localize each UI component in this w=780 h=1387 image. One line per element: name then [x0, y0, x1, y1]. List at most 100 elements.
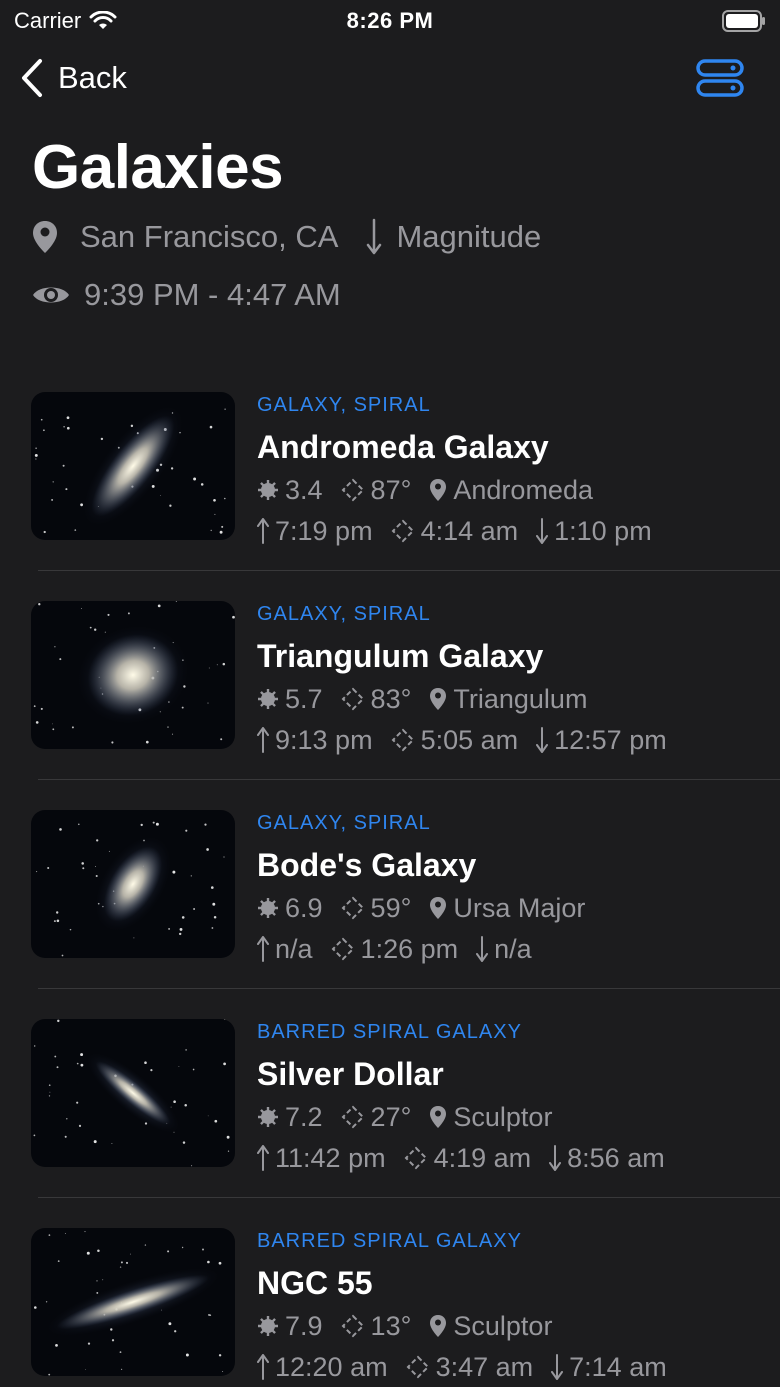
object-name: NGC 55 [257, 1265, 373, 1301]
object-name: Silver Dollar [257, 1056, 444, 1092]
sort-control[interactable]: Magnitude [366, 218, 541, 256]
object-name: Bode's Galaxy [257, 847, 477, 883]
altitude-value: 27° [370, 1101, 412, 1132]
object-times-line: 9:13 pm 5:05 am 12:57 pm [257, 721, 770, 759]
constellation-value: Ursa Major [453, 892, 586, 923]
object-category: BARRED SPIRAL GALAXY [257, 1021, 522, 1043]
altitude-value: 83° [370, 683, 412, 714]
list-item[interactable]: GALAXY, SPIRAL Triangulum Galaxy 5.7 83° Tri… [0, 579, 780, 788]
arrow-down-icon [536, 727, 554, 753]
object-stats-line: 7.9 13° Sculptor [257, 1307, 770, 1345]
object-times-line: 7:19 pm 4:14 am 1:10 pm [257, 512, 770, 550]
object-times-line: n/a 1:26 pm n/a [257, 930, 770, 968]
arrow-down-icon [549, 1145, 567, 1171]
transit-diamond-icon [331, 937, 361, 961]
object-stats-line: 7.2 27° Sculptor [257, 1098, 770, 1136]
object-stats-line: 3.4 87° Andromeda [257, 471, 770, 509]
object-name: Triangulum Galaxy [257, 638, 544, 674]
rise-time: n/a [275, 933, 313, 964]
page-title: Galaxies [32, 133, 284, 202]
arrow-up-icon [257, 727, 275, 753]
layout-toggle-button[interactable] [696, 58, 744, 103]
magnitude-value: 7.9 [285, 1310, 323, 1341]
object-info: GALAXY, SPIRAL Triangulum Galaxy 5.7 83° Tri… [257, 601, 770, 759]
eye-icon [33, 287, 69, 303]
list-layout-icon [696, 59, 744, 97]
transit-time: 1:26 pm [360, 933, 459, 964]
row-divider [38, 570, 780, 571]
magnitude-value: 6.9 [285, 892, 323, 923]
nav-bar: Back [0, 52, 780, 108]
object-info: BARRED SPIRAL GALAXY Silver Dollar 7.2 27° S… [257, 1019, 770, 1177]
magnitude-value: 7.2 [285, 1101, 323, 1132]
location-pin-icon [429, 687, 453, 711]
object-category: GALAXY, SPIRAL [257, 812, 431, 834]
sun-icon [257, 897, 285, 919]
altitude-diamond-icon [341, 896, 371, 920]
transit-time: 4:19 am [433, 1142, 532, 1173]
back-button[interactable]: Back [20, 58, 127, 98]
arrow-down-icon [536, 518, 554, 544]
filter-row: San Francisco, CA Magnitude [32, 218, 541, 256]
set-time: 7:14 am [569, 1351, 667, 1382]
transit-time: 5:05 am [420, 724, 519, 755]
sun-icon [257, 1106, 285, 1128]
location-pin-icon [429, 1105, 453, 1129]
arrow-down-icon [551, 1354, 569, 1380]
location-filter[interactable]: San Francisco, CA [32, 219, 338, 255]
visibility-window: 9:39 PM - 4:47 AM [84, 277, 341, 312]
object-stats-line: 5.7 83° Triangulum [257, 680, 770, 718]
object-info: GALAXY, SPIRAL Andromeda Galaxy 3.4 87° Andr… [257, 392, 770, 550]
list-item[interactable]: GALAXY, SPIRAL Andromeda Galaxy 3.4 87° Andr… [0, 370, 780, 579]
list-item[interactable]: BARRED SPIRAL GALAXY NGC 55 7.9 13° Sculptor… [0, 1206, 780, 1387]
constellation-value: Sculptor [453, 1101, 553, 1132]
list-item[interactable]: BARRED SPIRAL GALAXY Silver Dollar 7.2 27° S… [0, 997, 780, 1206]
rise-time: 7:19 pm [275, 515, 373, 546]
location-pin-icon [429, 896, 453, 920]
rise-time: 9:13 pm [275, 724, 373, 755]
battery-icon [722, 10, 766, 38]
arrow-down-icon [367, 218, 382, 255]
row-divider [38, 779, 780, 780]
set-time: 8:56 am [567, 1142, 665, 1173]
altitude-diamond-icon [341, 687, 371, 711]
rise-time: 12:20 am [275, 1351, 388, 1382]
constellation-value: Triangulum [453, 683, 588, 714]
altitude-diamond-icon [341, 1105, 371, 1129]
arrow-up-icon [257, 1354, 275, 1380]
object-stats-line: 6.9 59° Ursa Major [257, 889, 770, 927]
transit-diamond-icon [391, 728, 421, 752]
object-name: Andromeda Galaxy [257, 429, 549, 465]
sun-icon [257, 1315, 285, 1337]
magnitude-value: 5.7 [285, 683, 323, 714]
galaxy-thumbnail [31, 1019, 235, 1167]
arrow-up-icon [257, 518, 275, 544]
row-divider [38, 1197, 780, 1198]
altitude-value: 87° [370, 474, 412, 505]
object-category: GALAXY, SPIRAL [257, 603, 431, 625]
list-item[interactable]: GALAXY, SPIRAL Bode's Galaxy 6.9 59° Ursa Ma… [0, 788, 780, 997]
status-time: 8:26 PM [346, 8, 434, 33]
galaxy-thumbnail [31, 1228, 235, 1376]
back-label: Back [58, 60, 127, 95]
status-bar: Carrier 8:26 PM [0, 0, 780, 40]
location-pin-icon [429, 478, 453, 502]
arrow-up-icon [257, 1145, 275, 1171]
object-list: GALAXY, SPIRAL Andromeda Galaxy 3.4 87° Andr… [0, 370, 780, 1387]
rise-time: 11:42 pm [275, 1142, 386, 1173]
transit-diamond-icon [404, 1146, 434, 1170]
object-category: BARRED SPIRAL GALAXY [257, 1230, 522, 1252]
transit-diamond-icon [391, 519, 421, 543]
galaxy-thumbnail [31, 392, 235, 540]
altitude-diamond-icon [341, 478, 371, 502]
transit-time: 4:14 am [420, 515, 519, 546]
transit-time: 3:47 am [435, 1351, 534, 1382]
altitude-value: 59° [370, 892, 412, 923]
sun-icon [257, 688, 285, 710]
sort-label: Magnitude [396, 219, 542, 254]
arrow-down-icon [476, 936, 494, 962]
visibility-row: 9:39 PM - 4:47 AM [32, 277, 341, 313]
set-time: 1:10 pm [554, 515, 652, 546]
arrow-up-icon [257, 936, 275, 962]
sun-icon [257, 479, 285, 501]
